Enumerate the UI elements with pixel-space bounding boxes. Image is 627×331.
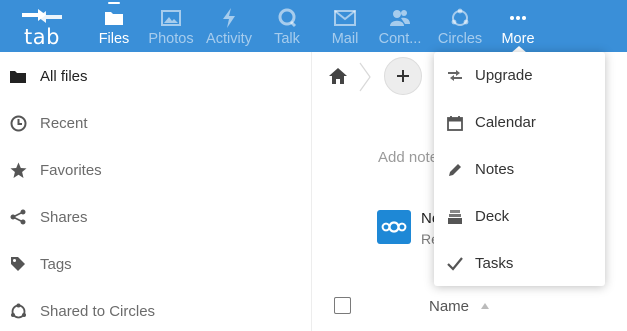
menu-item-deck[interactable]: Deck bbox=[434, 193, 605, 240]
app-label: Files bbox=[98, 31, 130, 47]
folder-icon bbox=[92, 8, 136, 28]
share-icon bbox=[9, 208, 27, 226]
select-all-checkbox[interactable] bbox=[334, 297, 351, 314]
mail-icon bbox=[326, 8, 364, 28]
folder-icon bbox=[9, 67, 27, 85]
menu-item-upgrade[interactable]: Upgrade bbox=[434, 52, 605, 99]
upgrade-icon bbox=[446, 67, 464, 85]
menu-item-tasks[interactable]: Tasks bbox=[434, 240, 605, 287]
app-label: Activity bbox=[206, 31, 252, 47]
app-label: More bbox=[501, 31, 535, 47]
menu-item-label: Deck bbox=[475, 208, 510, 225]
tag-icon bbox=[9, 255, 27, 273]
menu-item-label: Tasks bbox=[475, 255, 514, 272]
app-photos[interactable]: Photos bbox=[145, 0, 197, 52]
app-label: Photos bbox=[148, 31, 194, 47]
app-mail[interactable]: Mail bbox=[326, 0, 364, 52]
pencil-icon bbox=[446, 161, 464, 179]
plus-icon bbox=[397, 70, 409, 82]
sidebar-item-label: Recent bbox=[40, 114, 88, 132]
menu-item-label: Calendar bbox=[475, 114, 536, 131]
app-circles[interactable]: Circles bbox=[434, 0, 486, 52]
new-file-button[interactable] bbox=[384, 57, 422, 95]
sort-ascending-icon[interactable] bbox=[481, 303, 489, 309]
nextcloud-logo-icon bbox=[381, 221, 407, 233]
clock-icon bbox=[9, 114, 27, 132]
sidebar-item-label: Shares bbox=[40, 208, 88, 226]
logo-text: tab bbox=[24, 25, 60, 49]
talk-icon bbox=[268, 8, 306, 28]
more-icon bbox=[496, 8, 540, 28]
menu-item-calendar[interactable]: Calendar bbox=[434, 99, 605, 146]
menu-item-notes[interactable]: Notes bbox=[434, 146, 605, 193]
lightning-icon bbox=[203, 8, 255, 28]
column-header-name[interactable]: Name bbox=[429, 298, 469, 315]
circles-icon bbox=[9, 302, 27, 320]
image-icon bbox=[145, 8, 197, 28]
deck-icon bbox=[446, 208, 464, 226]
menu-item-label: Notes bbox=[475, 161, 515, 178]
sidebar-item-recent[interactable]: Recent bbox=[0, 101, 312, 145]
sidebar-item-shares[interactable]: Shares bbox=[0, 195, 312, 239]
app-more[interactable]: More bbox=[496, 0, 540, 52]
top-header: tab Files Photos Activity Talk Mail Cont… bbox=[0, 0, 627, 52]
more-apps-menu: Upgrade Calendar Notes Deck Tasks bbox=[434, 52, 605, 286]
sidebar-item-label: Shared to Circles bbox=[40, 302, 156, 320]
app-label: Talk bbox=[274, 31, 300, 47]
sidebar-item-label: Tags bbox=[40, 255, 72, 273]
notes-placeholder: Add note bbox=[378, 149, 439, 166]
app-label: Mail bbox=[331, 31, 359, 47]
app-label: Cont... bbox=[378, 31, 422, 47]
star-icon bbox=[9, 161, 27, 179]
sidebar-item-shared-to-circles[interactable]: Shared to Circles bbox=[0, 289, 312, 331]
sidebar-item-tags[interactable]: Tags bbox=[0, 242, 312, 286]
home-icon[interactable] bbox=[328, 66, 348, 86]
app-files[interactable]: Files bbox=[92, 0, 136, 52]
logo-arrows-icon bbox=[22, 9, 62, 23]
app-contacts[interactable]: Cont... bbox=[374, 0, 426, 52]
checkmark-icon bbox=[446, 255, 464, 273]
sidebar-item-label: Favorites bbox=[40, 161, 102, 179]
breadcrumb-separator-icon bbox=[359, 62, 371, 92]
logo[interactable]: tab bbox=[14, 5, 70, 49]
app-talk[interactable]: Talk bbox=[268, 0, 306, 52]
app-activity[interactable]: Activity bbox=[203, 0, 255, 52]
file-thumbnail[interactable] bbox=[377, 210, 411, 244]
menu-item-label: Upgrade bbox=[475, 67, 533, 84]
sidebar-item-all-files[interactable]: All files bbox=[0, 54, 312, 98]
app-label: Circles bbox=[437, 31, 483, 47]
sidebar: All files Recent Favorites Shares Tags S… bbox=[0, 52, 312, 331]
circles-icon bbox=[434, 8, 486, 28]
contacts-icon bbox=[374, 8, 426, 28]
sidebar-item-label: All files bbox=[40, 67, 88, 85]
sidebar-item-favorites[interactable]: Favorites bbox=[0, 148, 312, 192]
calendar-icon bbox=[446, 114, 464, 132]
